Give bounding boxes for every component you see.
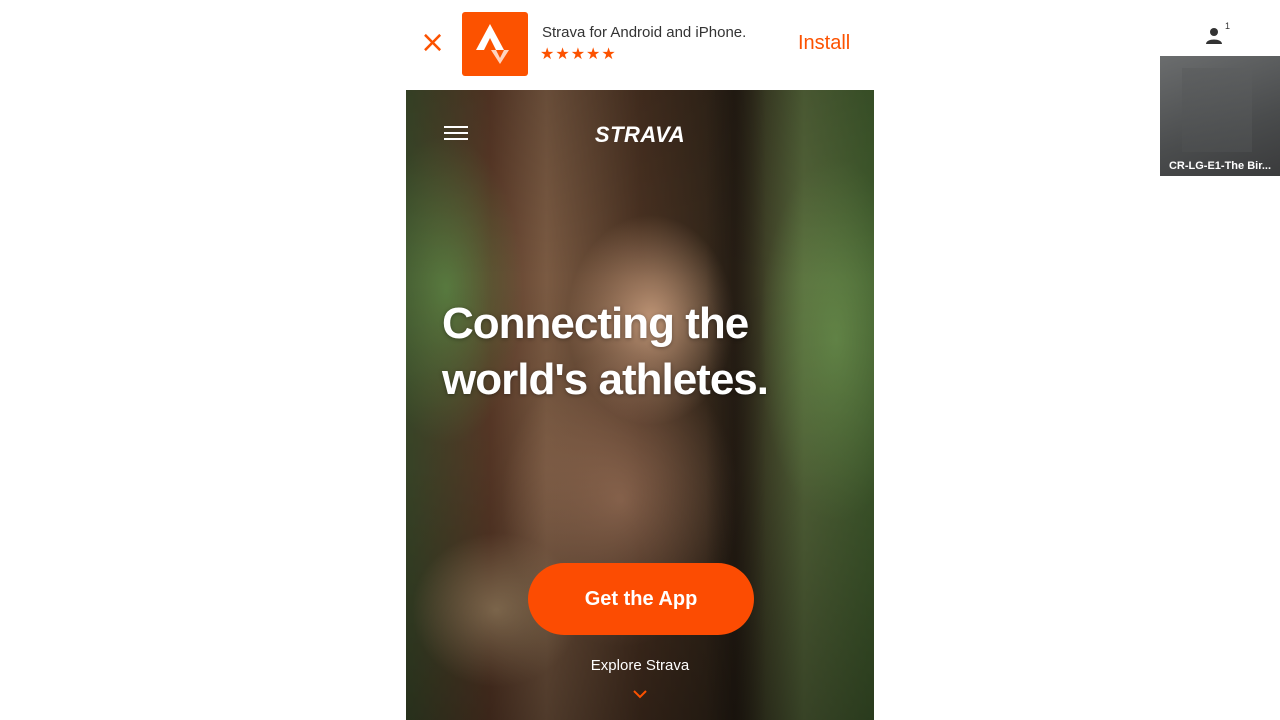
- strava-logo-icon: [462, 12, 528, 76]
- strava-wordmark[interactable]: STRAVA: [406, 122, 874, 148]
- participant-video-tile[interactable]: CR-LG-E1-The Bir...: [1160, 56, 1280, 176]
- mobile-browser-screen: × Strava for Android and iPhone. ★★★★★ I…: [406, 0, 874, 720]
- hero-section: STRAVA Connecting the world's athletes. …: [406, 90, 874, 720]
- participant-video-thumbnail: [1182, 68, 1252, 152]
- smart-app-banner: × Strava for Android and iPhone. ★★★★★ I…: [406, 0, 874, 90]
- explore-strava-link[interactable]: Explore Strava: [406, 657, 874, 674]
- star-rating: ★★★★★: [540, 44, 617, 63]
- close-banner-button[interactable]: ×: [420, 28, 445, 58]
- hero-headline: Connecting the world's athletes.: [442, 299, 769, 404]
- participant-name-label: CR-LG-E1-The Bir...: [1168, 160, 1272, 172]
- participants-count: 1: [1225, 21, 1231, 31]
- banner-app-title: Strava for Android and iPhone.: [542, 24, 747, 41]
- chevron-down-icon[interactable]: [632, 686, 648, 704]
- participants-button[interactable]: 1: [1204, 21, 1234, 48]
- person-icon: [1206, 28, 1222, 44]
- install-button[interactable]: Install: [798, 32, 850, 55]
- get-the-app-button[interactable]: Get the App: [528, 563, 754, 635]
